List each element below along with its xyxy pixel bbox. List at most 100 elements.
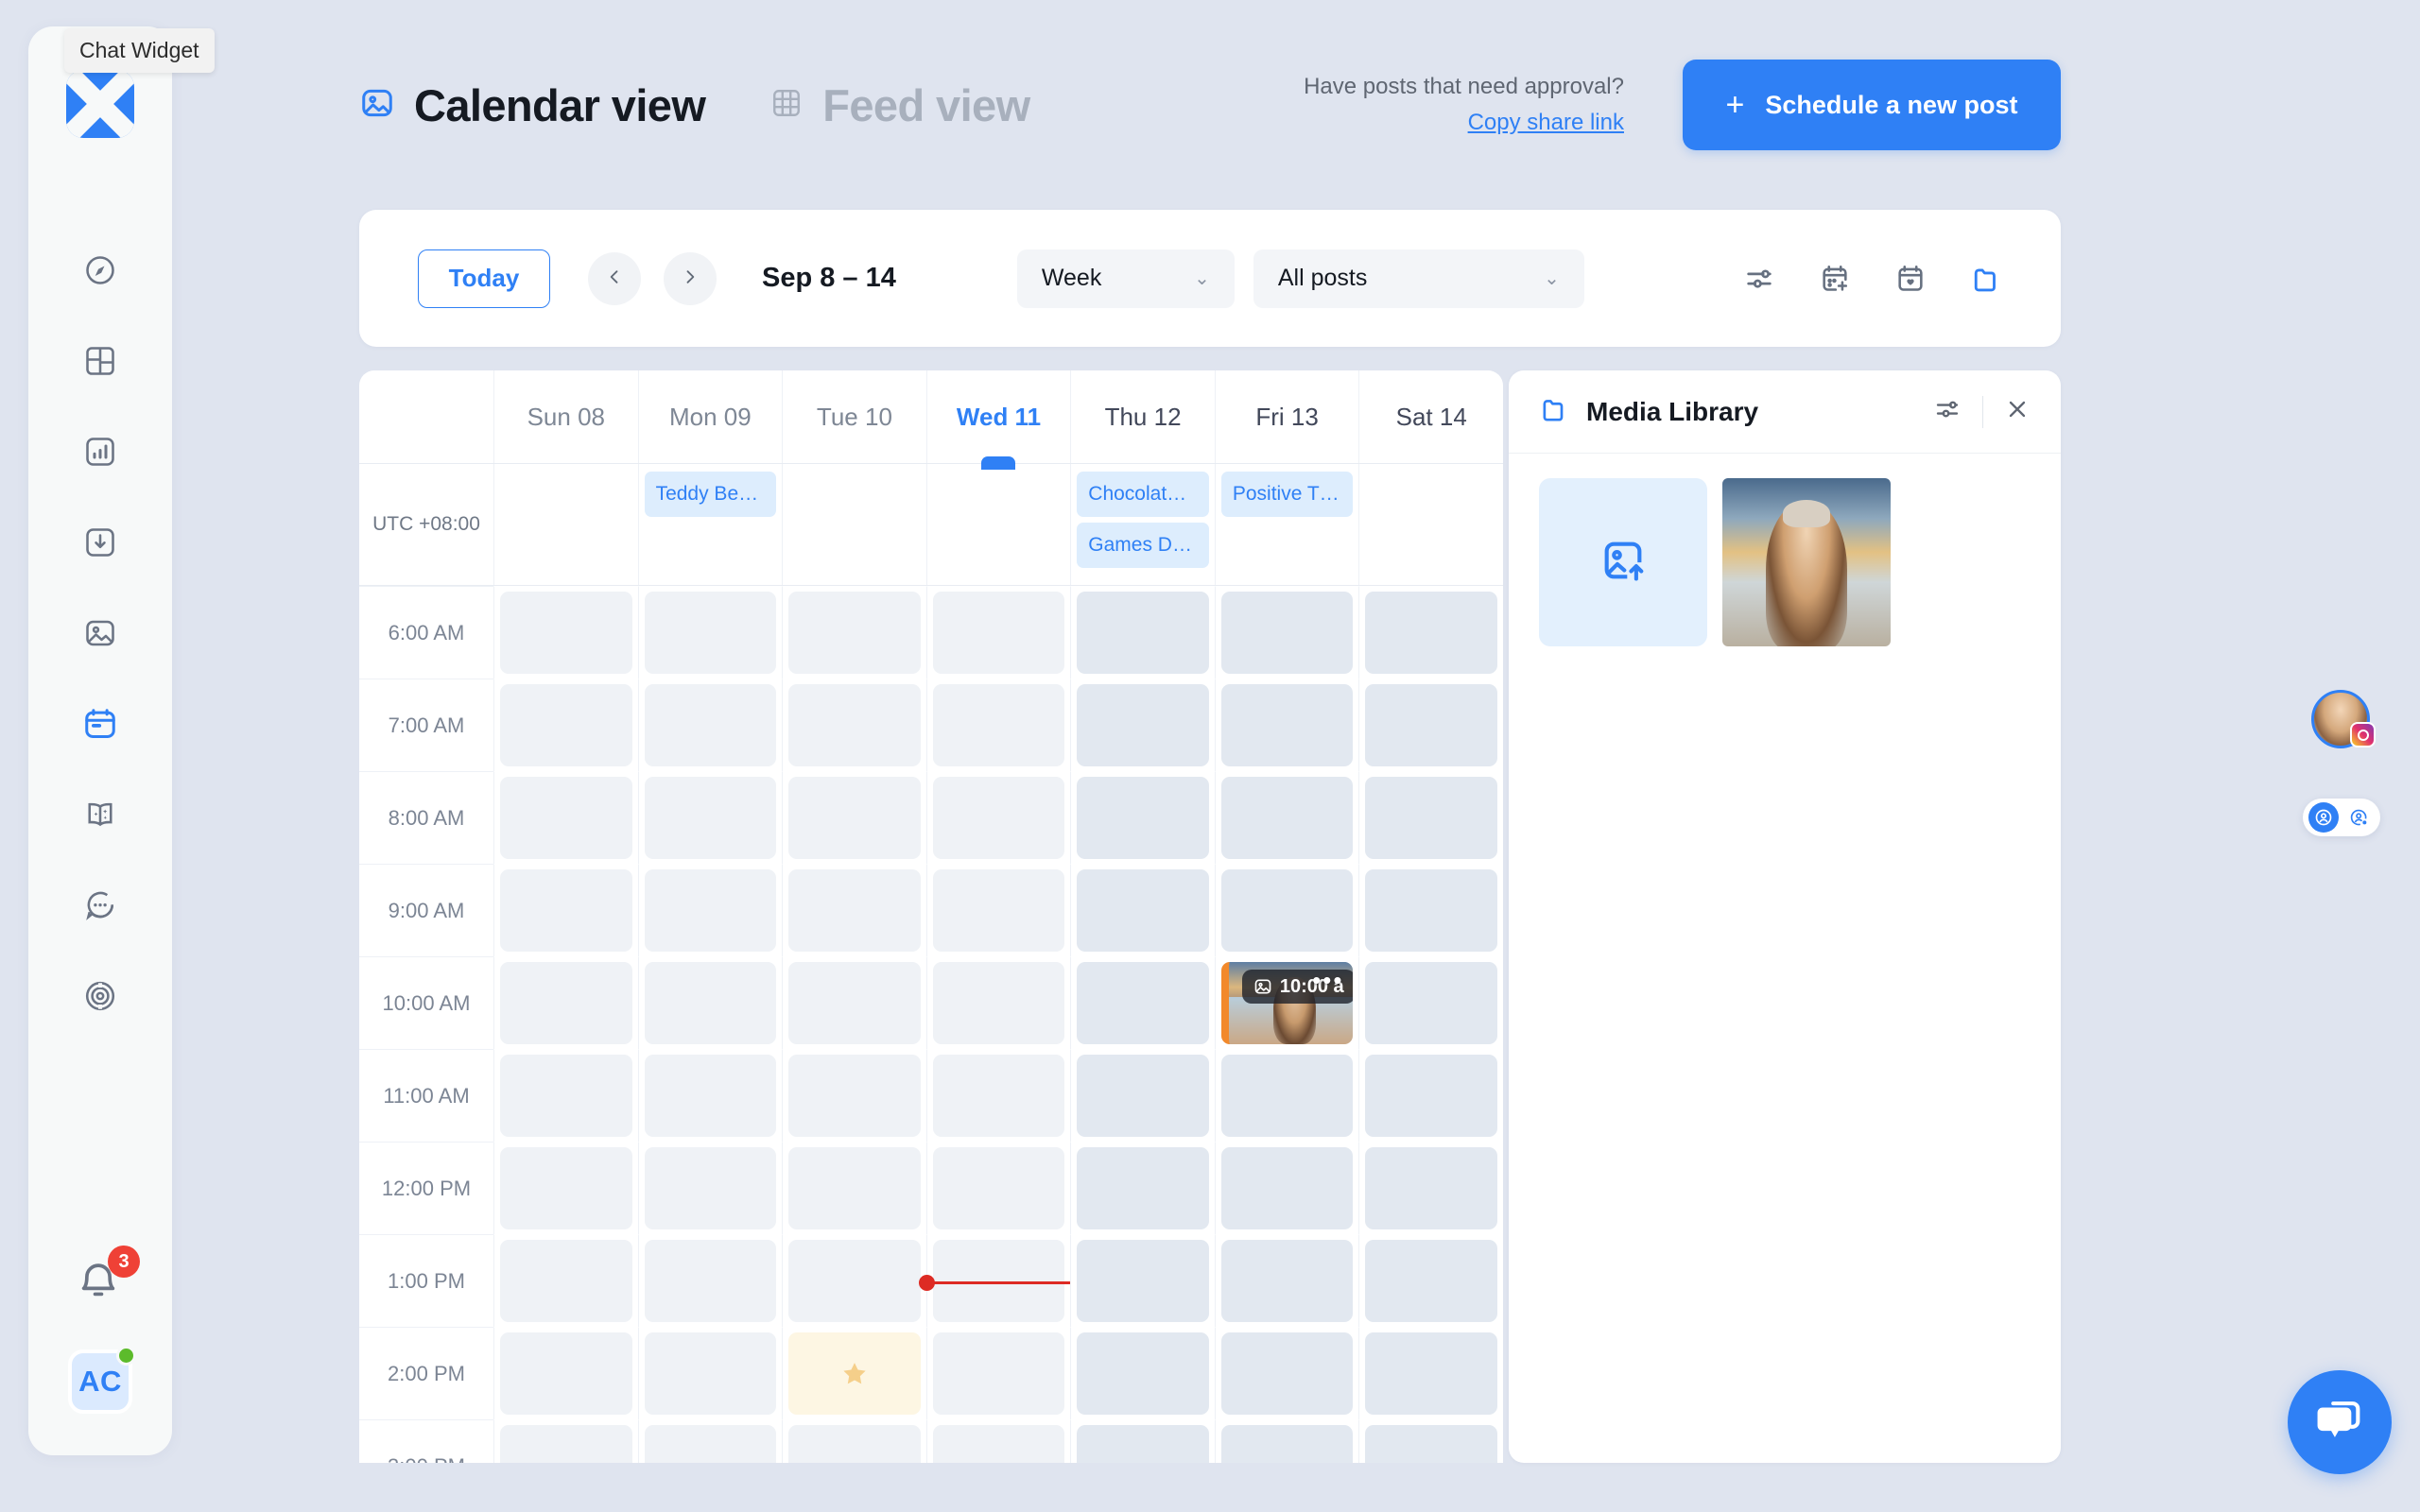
time-slot-thu[interactable] [1070, 956, 1215, 1049]
time-slot-sun[interactable] [493, 679, 638, 771]
time-slot-thu[interactable] [1070, 864, 1215, 956]
close-icon[interactable] [2004, 396, 2031, 427]
day-header-sat[interactable]: Sat 14 [1358, 370, 1503, 463]
time-slot-thu[interactable] [1070, 1049, 1215, 1142]
time-slot-mon[interactable] [637, 1142, 783, 1234]
time-slot-thu[interactable] [1070, 679, 1215, 771]
time-slot-mon[interactable] [637, 956, 783, 1049]
time-slot-mon[interactable] [637, 1327, 783, 1419]
time-slot-mon[interactable] [637, 679, 783, 771]
time-slot-sat[interactable] [1358, 679, 1503, 771]
day-header-thu[interactable]: Thu 12 [1070, 370, 1215, 463]
time-slot-thu[interactable] [1070, 771, 1215, 864]
time-slot-sun[interactable] [493, 1142, 638, 1234]
time-slot-sun[interactable] [493, 1327, 638, 1419]
time-slot-wed[interactable] [925, 956, 1071, 1049]
time-slot-thu[interactable] [1070, 1327, 1215, 1419]
instagram-account-avatar[interactable] [2311, 690, 2376, 748]
time-slot-sun[interactable] [493, 1234, 638, 1327]
account-multi-icon[interactable] [2344, 802, 2375, 833]
time-slot-tue[interactable] [782, 1419, 926, 1463]
sidebar-item-analytics[interactable] [69, 406, 131, 497]
time-slot-fri[interactable] [1214, 1419, 1359, 1463]
time-slot-mon[interactable] [637, 586, 783, 679]
time-slot-thu[interactable] [1070, 1234, 1215, 1327]
sidebar-item-explore[interactable] [69, 225, 131, 316]
time-slot-sat[interactable] [1358, 1234, 1503, 1327]
day-header-mon[interactable]: Mon 09 [637, 370, 783, 463]
time-slot-sat[interactable] [1358, 586, 1503, 679]
time-slot-wed[interactable] [925, 1327, 1071, 1419]
sidebar-item-messages[interactable] [69, 860, 131, 951]
event-chip[interactable]: Chocolat… [1077, 472, 1209, 517]
today-button[interactable]: Today [418, 249, 550, 308]
time-slot-wed[interactable] [925, 1419, 1071, 1463]
copy-share-link[interactable]: Copy share link [1468, 107, 1624, 140]
time-slot-tue[interactable] [782, 956, 926, 1049]
sidebar-item-listening[interactable] [69, 951, 131, 1041]
time-slot-sat[interactable] [1358, 1142, 1503, 1234]
time-slot-sun[interactable] [493, 956, 638, 1049]
time-slot-mon[interactable] [637, 1419, 783, 1463]
time-slot-thu[interactable] [1070, 1419, 1215, 1463]
sidebar-item-dashboard[interactable] [69, 316, 131, 406]
day-header-tue[interactable]: Tue 10 [782, 370, 926, 463]
time-slot-wed[interactable] [925, 679, 1071, 771]
time-slot-sat[interactable] [1358, 864, 1503, 956]
time-slot-sun[interactable] [493, 864, 638, 956]
event-chip[interactable]: Games D… [1077, 523, 1209, 568]
time-slot-mon[interactable] [637, 1049, 783, 1142]
day-header-wed[interactable]: Wed 11 [925, 370, 1071, 470]
media-item-thumbnail[interactable] [1722, 478, 1891, 646]
sidebar-item-media[interactable] [69, 588, 131, 679]
calendar-scroll-area[interactable]: 6:00 AM 7:00 AM 8:00 AM 9:00 AM 10:00 AM 10:0… [359, 586, 1503, 1463]
time-slot-tue[interactable] [782, 1049, 926, 1142]
notifications-button[interactable]: 3 [74, 1246, 140, 1310]
app-logo[interactable] [66, 70, 134, 138]
day-header-sun[interactable]: Sun 08 [493, 370, 638, 463]
time-slot-tue[interactable] [782, 1142, 926, 1234]
schedule-new-post-button[interactable]: + Schedule a new post [1683, 60, 2061, 150]
tab-calendar-view[interactable]: Calendar view [359, 79, 706, 131]
time-slot-sat[interactable] [1358, 956, 1503, 1049]
time-slot-sat[interactable] [1358, 771, 1503, 864]
account-avatar-wrap[interactable]: AC [68, 1346, 136, 1414]
tab-feed-view[interactable]: Feed view [769, 79, 1030, 131]
allday-cell-sun[interactable] [493, 464, 638, 585]
allday-cell-wed[interactable] [925, 464, 1071, 585]
time-slot-tue[interactable] [782, 586, 926, 679]
time-slot-tue[interactable] [782, 771, 926, 864]
time-slot-fri[interactable] [1214, 771, 1359, 864]
time-slot-sat[interactable] [1358, 1049, 1503, 1142]
time-slot-wed[interactable] [925, 586, 1071, 679]
time-slot-sat[interactable] [1358, 1327, 1503, 1419]
time-slot-fri[interactable] [1214, 864, 1359, 956]
next-week-button[interactable] [664, 251, 717, 305]
view-period-select[interactable]: Week ⌄ [1016, 249, 1235, 308]
time-slot-thu[interactable] [1070, 1142, 1215, 1234]
allday-cell-sat[interactable] [1358, 464, 1503, 585]
chat-widget-button[interactable] [2288, 1370, 2392, 1474]
sidebar-item-ideas[interactable] [69, 769, 131, 860]
time-slot-fri[interactable] [1214, 1327, 1359, 1419]
account-single-icon[interactable] [2308, 802, 2339, 833]
allday-cell-mon[interactable]: Teddy Be… [637, 464, 783, 585]
time-slot-fri[interactable] [1214, 679, 1359, 771]
allday-cell-thu[interactable]: Chocolat… Games D… [1070, 464, 1215, 585]
time-slot-tue[interactable] [782, 864, 926, 956]
sidebar-item-inbox[interactable] [69, 497, 131, 588]
time-slot-tue[interactable] [782, 679, 926, 771]
time-slot-sun[interactable] [493, 1419, 638, 1463]
time-slot-wed[interactable] [918, 1234, 1071, 1327]
time-slot-wed[interactable] [925, 1142, 1071, 1234]
time-slot-fri[interactable] [1214, 586, 1359, 679]
calendar-add-icon[interactable] [1819, 263, 1851, 295]
calendar-favorite-icon[interactable] [1894, 263, 1927, 295]
time-slot-fri[interactable] [1214, 1049, 1359, 1142]
time-slot-sun[interactable] [493, 771, 638, 864]
day-header-fri[interactable]: Fri 13 [1214, 370, 1359, 463]
scheduled-post-card[interactable]: 10:00 a ••• [1220, 962, 1354, 1044]
media-folder-icon[interactable] [1970, 263, 2002, 295]
connected-account-avatar[interactable] [2311, 690, 2376, 748]
time-slot-tue[interactable] [782, 1327, 926, 1419]
